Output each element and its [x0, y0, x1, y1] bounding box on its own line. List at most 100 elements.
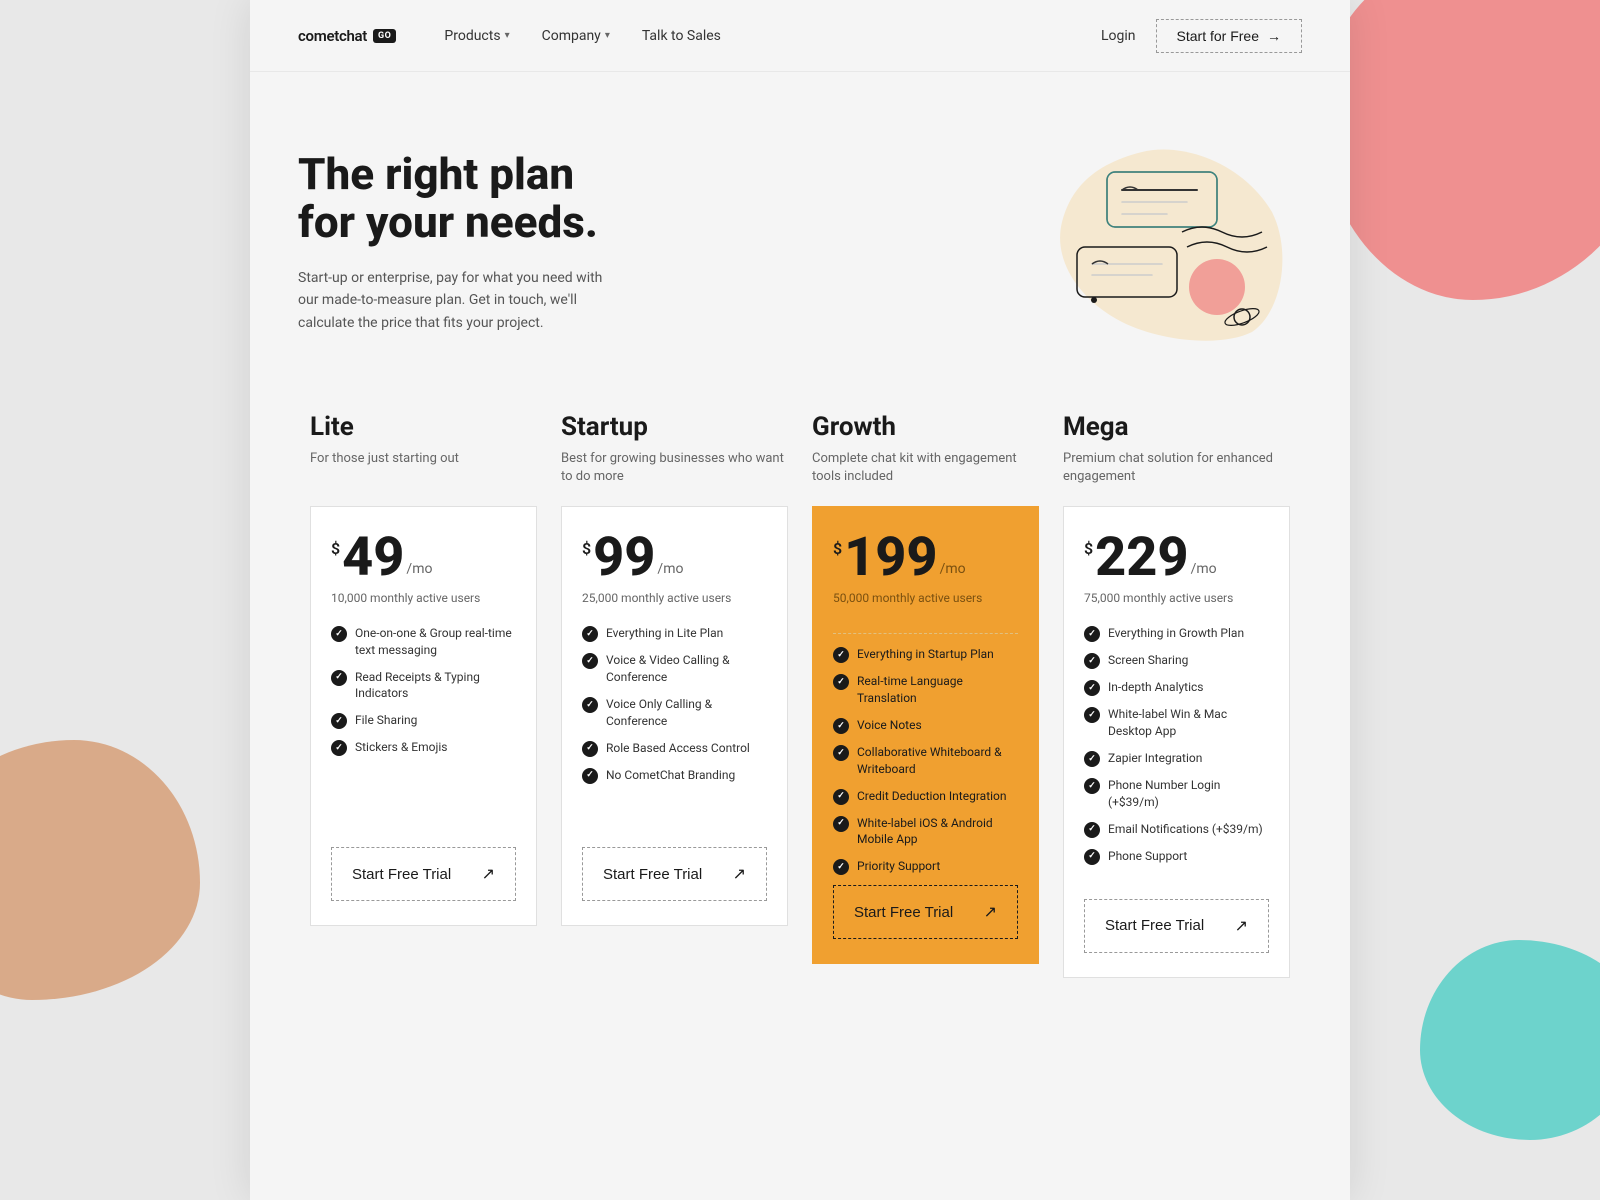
check-icon [833, 718, 849, 734]
list-item: One-on-one & Group real-time text messag… [331, 625, 516, 659]
hero-section: The right planfor your needs. Start-up o… [250, 72, 1350, 392]
plan-mega-features: Everything in Growth Plan Screen Sharing… [1084, 625, 1269, 874]
list-item: Screen Sharing [1084, 652, 1269, 669]
list-item: Real-time Language Translation [833, 673, 1018, 707]
hero-subtitle: Start-up or enterprise, pay for what you… [298, 267, 618, 334]
check-icon [331, 740, 347, 756]
nav-company[interactable]: Company ▾ [542, 28, 610, 44]
pricing-section: Lite For those just starting out $ 49 /m… [250, 392, 1350, 1038]
check-icon [1084, 822, 1100, 838]
plan-mega-name: Mega [1063, 412, 1290, 442]
list-item: Read Receipts & Typing Indicators [331, 669, 516, 703]
plan-growth: Growth Complete chat kit with engagement… [800, 412, 1051, 978]
list-item: Email Notifications (+$39/m) [1084, 821, 1269, 838]
check-icon [833, 816, 849, 832]
plan-startup-card: $ 99 /mo 25,000 monthly active users Eve… [561, 506, 788, 926]
arrow-icon: ↗ [1235, 916, 1248, 936]
plan-growth-amount: 199 [844, 531, 937, 585]
plan-lite-amount: 49 [342, 531, 404, 585]
plan-startup-name: Startup [561, 412, 788, 442]
plan-lite-desc: For those just starting out [310, 450, 537, 486]
plan-startup-period: /mo [657, 561, 683, 577]
check-icon [1084, 849, 1100, 865]
list-item: White-label iOS & Android Mobile App [833, 815, 1018, 849]
plan-lite-name: Lite [310, 412, 537, 442]
plan-lite: Lite For those just starting out $ 49 /m… [298, 412, 549, 978]
check-icon [1084, 680, 1100, 696]
plan-startup-desc: Best for growing businesses who want to … [561, 450, 788, 486]
plan-startup: Startup Best for growing businesses who … [549, 412, 800, 978]
decorative-blob-teal [1420, 940, 1600, 1140]
list-item: White-label Win & Mac Desktop App [1084, 706, 1269, 740]
plan-growth-card: $ 199 /mo 50,000 monthly active users Ev… [812, 506, 1039, 964]
logo[interactable]: cometchat GO [298, 27, 396, 45]
plan-mega-card: $ 229 /mo 75,000 monthly active users Ev… [1063, 506, 1290, 977]
check-icon [582, 697, 598, 713]
plan-growth-price-row: $ 199 /mo [833, 531, 1018, 585]
plan-startup-amount: 99 [593, 531, 655, 585]
list-item: Voice Only Calling & Conference [582, 696, 767, 730]
list-item: Everything in Lite Plan [582, 625, 767, 642]
check-icon [1084, 751, 1100, 767]
decorative-blob-coral [1320, 0, 1600, 300]
plan-mega-amount: 229 [1095, 531, 1188, 585]
hero-text: The right planfor your needs. Start-up o… [298, 150, 618, 334]
plan-mega-users: 75,000 monthly active users [1084, 591, 1269, 605]
chevron-down-icon: ▾ [505, 30, 510, 41]
plan-mega-cta[interactable]: Start Free Trial ↗ [1084, 899, 1269, 953]
plan-growth-cta[interactable]: Start Free Trial ↗ [833, 885, 1018, 939]
plan-lite-card: $ 49 /mo 10,000 monthly active users One… [310, 506, 537, 926]
plan-startup-price-row: $ 99 /mo [582, 531, 767, 585]
plan-lite-period: /mo [406, 561, 432, 577]
nav-products[interactable]: Products ▾ [444, 28, 509, 44]
check-icon [582, 653, 598, 669]
plan-mega: Mega Premium chat solution for enhanced … [1051, 412, 1302, 978]
arrow-right-icon: → [1267, 28, 1281, 44]
nav-actions: Login Start for Free → [1101, 19, 1302, 53]
logo-text: cometchat [298, 27, 367, 45]
hero-title: The right planfor your needs. [298, 150, 618, 247]
decorative-blob-orange [0, 740, 200, 1000]
plan-growth-desc: Complete chat kit with engagement tools … [812, 450, 1039, 486]
plan-lite-cta[interactable]: Start Free Trial ↗ [331, 847, 516, 901]
logo-badge: GO [373, 29, 396, 43]
list-item: Priority Support [833, 858, 1018, 875]
check-icon [833, 745, 849, 761]
list-item: Role Based Access Control [582, 740, 767, 757]
check-icon [582, 768, 598, 784]
check-icon [582, 626, 598, 642]
divider [833, 633, 1018, 634]
list-item: File Sharing [331, 712, 516, 729]
check-icon [1084, 626, 1100, 642]
plan-growth-dollar: $ [833, 539, 842, 558]
check-icon [833, 789, 849, 805]
plan-growth-period: /mo [940, 561, 966, 577]
nav-talk-to-sales[interactable]: Talk to Sales [642, 28, 721, 44]
chevron-down-icon: ▾ [605, 30, 610, 41]
check-icon [331, 626, 347, 642]
check-icon [833, 674, 849, 690]
check-icon [833, 647, 849, 663]
check-icon [1084, 778, 1100, 794]
page-container: cometchat GO Products ▾ Company ▾ Talk t… [250, 0, 1350, 1200]
plan-lite-price-row: $ 49 /mo [331, 531, 516, 585]
plan-lite-users: 10,000 monthly active users [331, 591, 516, 605]
list-item: Everything in Growth Plan [1084, 625, 1269, 642]
check-icon [331, 670, 347, 686]
login-button[interactable]: Login [1101, 28, 1136, 44]
start-for-free-button[interactable]: Start for Free → [1156, 19, 1302, 53]
plan-mega-dollar: $ [1084, 539, 1093, 558]
check-icon [582, 741, 598, 757]
arrow-icon: ↗ [482, 864, 495, 884]
check-icon [833, 859, 849, 875]
navbar: cometchat GO Products ▾ Company ▾ Talk t… [250, 0, 1350, 72]
list-item: Credit Deduction Integration [833, 788, 1018, 805]
check-icon [1084, 653, 1100, 669]
plan-mega-desc: Premium chat solution for enhanced engag… [1063, 450, 1290, 486]
list-item: In-depth Analytics [1084, 679, 1269, 696]
list-item: Phone Support [1084, 848, 1269, 865]
list-item: Voice Notes [833, 717, 1018, 734]
nav-links: Products ▾ Company ▾ Talk to Sales [444, 28, 1101, 44]
plan-growth-users: 50,000 monthly active users [833, 591, 1018, 605]
plan-startup-cta[interactable]: Start Free Trial ↗ [582, 847, 767, 901]
